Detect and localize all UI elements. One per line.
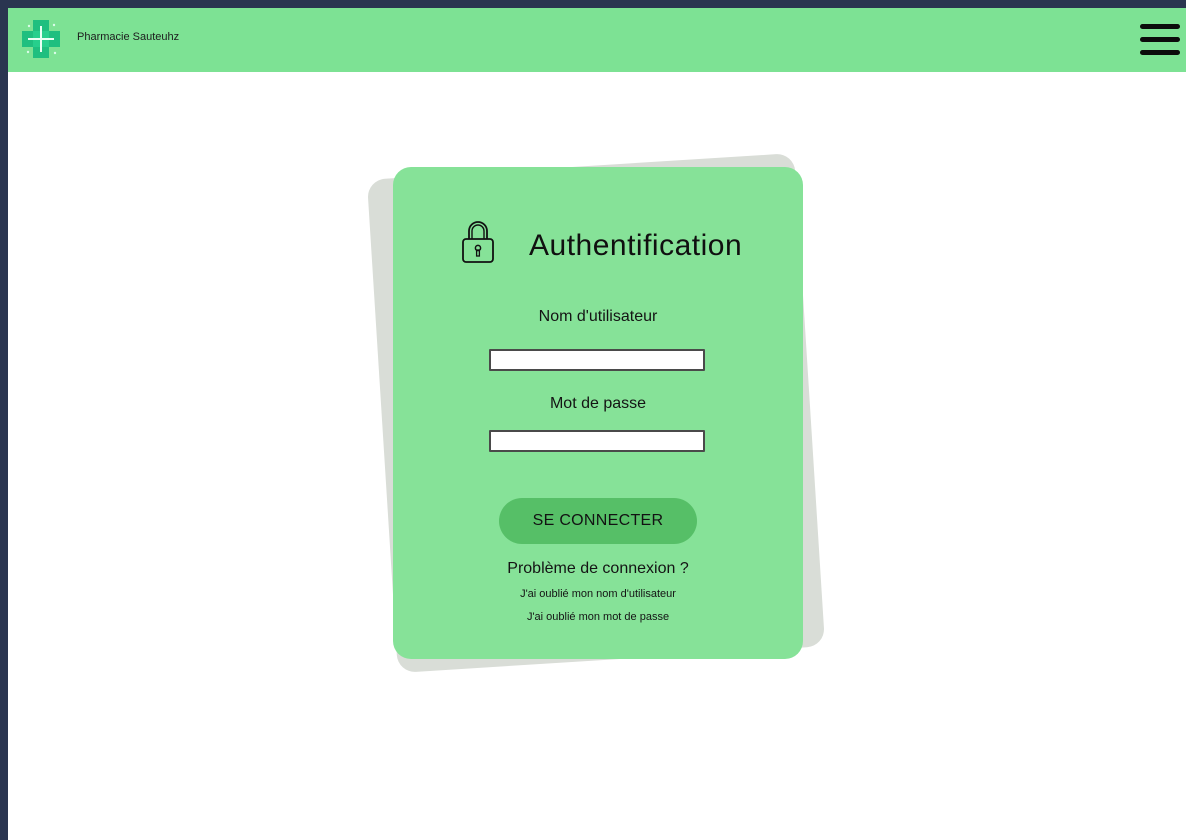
username-input[interactable]: [489, 349, 705, 371]
menu-bar-middle: [1140, 37, 1180, 42]
page-title: Authentification: [529, 229, 743, 262]
username-label: Nom d'utilisateur: [538, 308, 658, 325]
padlock-icon: [462, 221, 494, 263]
menu-bar-top: [1140, 24, 1180, 29]
app-window: Pharmacie Sauteuhz Authentification Nom …: [8, 8, 1186, 840]
brand-name: Pharmacie Sauteuhz: [77, 31, 180, 43]
hamburger-menu-button[interactable]: [1140, 22, 1180, 58]
forgot-username-link[interactable]: J'ai oublié mon nom d'utilisateur: [393, 588, 803, 600]
password-input[interactable]: [489, 430, 705, 452]
password-label: Mot de passe: [549, 395, 647, 412]
forgot-password-link[interactable]: J'ai oublié mon mot de passe: [393, 611, 803, 623]
top-bar: Pharmacie Sauteuhz: [8, 8, 1186, 72]
menu-bar-bottom: [1140, 50, 1180, 55]
login-button[interactable]: SE CONNECTER: [499, 498, 697, 544]
login-card: Authentification Nom d'utilisateur Mot d…: [393, 167, 803, 659]
login-help-title: Problème de connexion ?: [507, 560, 689, 577]
pharmacy-cross-icon: [22, 20, 60, 58]
